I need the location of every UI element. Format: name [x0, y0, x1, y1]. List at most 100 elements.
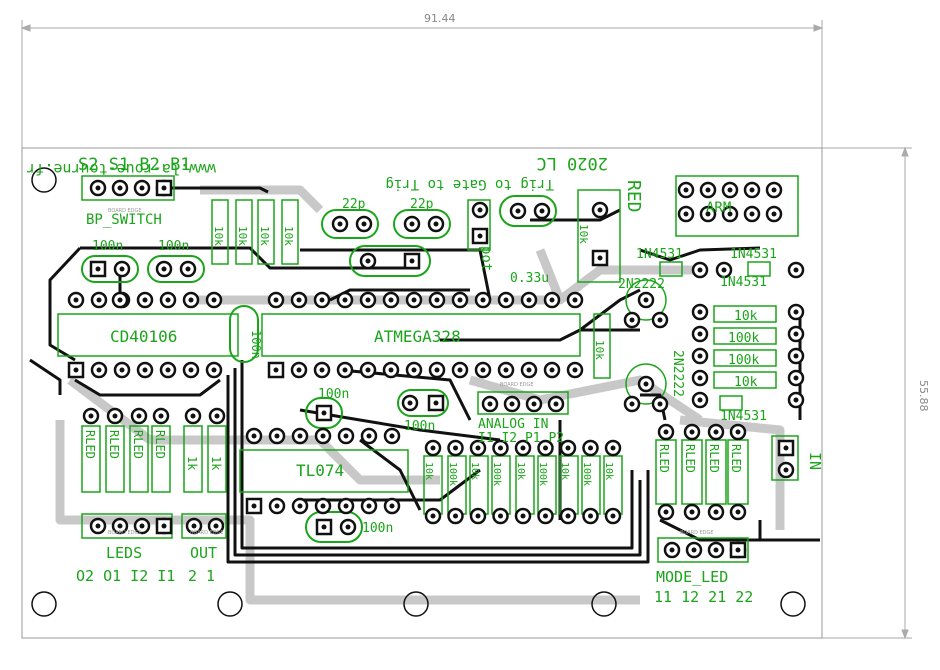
pad-hole	[320, 503, 326, 509]
cap-label-2: 100n	[158, 239, 189, 254]
out-label: OUT	[190, 544, 217, 562]
top-res-2: 10k	[236, 226, 249, 246]
red-label: RED	[623, 180, 644, 213]
cap-label-9: 100n	[249, 330, 263, 359]
mode-led-label: MODE_LED	[656, 568, 728, 586]
pad-hole	[214, 413, 220, 419]
pad-hole	[771, 211, 777, 217]
pad-hole	[251, 433, 257, 439]
bp-switch-label: BP_SWITCH	[86, 212, 162, 228]
pad-hole	[657, 401, 663, 407]
pad-hole	[342, 297, 348, 303]
transistor-label-1: 2N2222	[618, 277, 665, 292]
pad-hole	[503, 367, 509, 373]
leds-label: LEDS	[106, 544, 142, 562]
pad-hole	[588, 513, 593, 519]
pad-hole	[526, 367, 532, 373]
pad-hole	[520, 513, 526, 519]
pad-hole	[411, 367, 417, 373]
pad-hole	[643, 297, 649, 303]
in-label: IN	[806, 452, 824, 470]
url-label: www.la-roue-tourne.fr	[26, 160, 216, 178]
pad-hole	[112, 413, 118, 419]
pad-hole	[477, 233, 483, 239]
pad-hole	[165, 367, 171, 373]
analog-res-2: 100k	[447, 462, 458, 486]
pad-hole	[273, 367, 279, 373]
pad-hole	[343, 503, 349, 509]
analog-res-3: 10k	[469, 462, 480, 480]
pad-hole	[433, 221, 439, 227]
board-edge-3: BOARD EDGE	[190, 530, 224, 536]
pad-hole	[629, 317, 635, 323]
pad-hole	[365, 258, 371, 264]
pad-hole	[705, 187, 711, 193]
pad-hole	[343, 433, 349, 439]
pad-hole	[697, 267, 703, 273]
pad-hole	[793, 331, 799, 337]
pad-hole	[531, 401, 537, 407]
pad-hole	[342, 367, 348, 373]
pad-hole	[457, 367, 463, 373]
pad-hole	[721, 267, 727, 273]
pad-hole	[597, 255, 603, 261]
pad-hole	[683, 187, 689, 193]
pad-hole	[117, 523, 123, 529]
pad-hole	[389, 433, 395, 439]
pad-hole	[388, 297, 394, 303]
cap-label-7: 100n	[404, 419, 435, 434]
pad-hole	[211, 297, 217, 303]
pad-hole	[434, 297, 440, 303]
pad-hole	[321, 524, 327, 530]
pad-hole	[411, 297, 417, 303]
pad-hole	[95, 266, 101, 272]
pad-hole	[669, 547, 675, 553]
pad-hole	[588, 445, 593, 451]
pad-hole	[161, 266, 167, 272]
pad-hole	[337, 221, 343, 227]
pad-hole	[297, 503, 303, 509]
top-res-1: 10k	[212, 226, 225, 246]
pad-hole	[297, 433, 303, 439]
pad-hole	[683, 211, 689, 217]
pad-hole	[480, 367, 486, 373]
pad-hole	[498, 445, 503, 451]
pad-hole	[475, 445, 481, 451]
pad-hole	[188, 367, 194, 373]
pad-hole	[526, 297, 532, 303]
pad-hole	[409, 258, 415, 264]
pad-hole	[119, 367, 125, 373]
rled-right-4: RLED	[729, 444, 743, 473]
pad-hole	[610, 513, 616, 519]
pad-hole	[572, 297, 578, 303]
rled-right-1: RLED	[657, 444, 671, 473]
pad-hole	[697, 397, 703, 403]
analog-res-5: 10k	[515, 462, 526, 480]
rled-2: RLED	[107, 430, 121, 459]
pad-hole	[643, 381, 649, 387]
out-pins-label: 2 1	[188, 567, 215, 585]
rled-1: RLED	[83, 430, 97, 459]
pad-hole	[735, 509, 741, 515]
pad-hole	[95, 523, 101, 529]
analog-res-9: 10k	[603, 462, 614, 480]
pad-hole	[572, 367, 578, 373]
pad-hole	[73, 297, 79, 303]
pad-hole	[96, 367, 102, 373]
chip-cd40106-label: CD40106	[110, 327, 177, 346]
pad-hole	[487, 401, 493, 407]
pad-hole	[251, 503, 257, 509]
pad-hole	[503, 297, 509, 303]
pad-hole	[453, 445, 458, 451]
pad-hole	[136, 413, 142, 419]
pad-hole	[365, 297, 371, 303]
pad-hole	[549, 367, 555, 373]
pad-hole	[321, 410, 327, 416]
pad-hole	[477, 207, 483, 213]
pad-hole	[793, 267, 799, 273]
out-res-2: 1k	[209, 456, 223, 471]
year-label: 2020 LC	[536, 153, 608, 173]
trig-label: Trig to Gate to Trig	[385, 176, 554, 192]
misc-res-2: 10k	[577, 224, 590, 244]
pad-hole	[366, 433, 372, 439]
